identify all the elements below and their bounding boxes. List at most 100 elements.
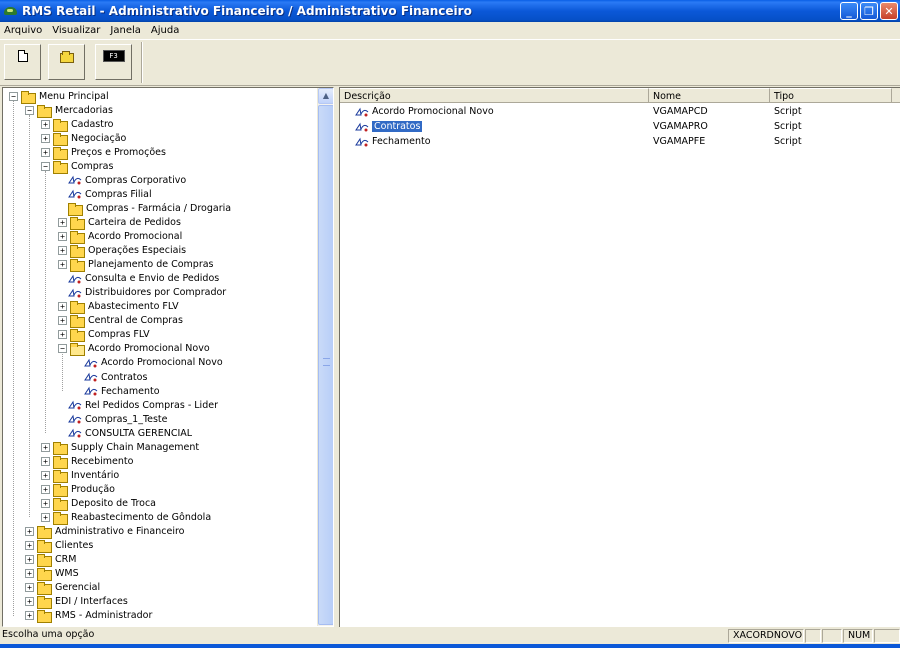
open-button[interactable] (48, 44, 85, 80)
expand-icon[interactable]: + (58, 330, 67, 340)
new-button[interactable] (4, 44, 41, 80)
expand-icon[interactable]: + (41, 133, 50, 143)
expand-icon[interactable]: + (25, 555, 34, 565)
tree-item[interactable]: Distribuidores por Comprador (68, 286, 226, 300)
expand-icon[interactable]: + (58, 246, 67, 256)
list-item[interactable]: Acordo Promocional Novo VGAMAPCD Script (340, 104, 900, 119)
menu-ajuda[interactable]: Ajuda (151, 25, 179, 36)
tree-item[interactable]: Contratos (84, 370, 147, 384)
tree-item[interactable]: CONSULTA GERENCIAL (68, 426, 192, 440)
expand-icon[interactable]: + (41, 513, 50, 522)
maximize-button[interactable]: ❐ (860, 2, 878, 20)
menu-tree-panel[interactable]: − Menu Principal − Mercadorias + Cadastro + Neg… (2, 87, 334, 627)
tree-item[interactable]: Compras_1_Teste (68, 412, 168, 426)
tree-item[interactable]: − Menu Principal (9, 89, 109, 104)
collapse-icon[interactable]: − (58, 344, 67, 354)
column-header-nome[interactable]: Nome (649, 88, 770, 103)
tree-item-label: Supply Chain Management (71, 441, 200, 453)
expand-icon[interactable]: + (58, 232, 67, 241)
tree-item[interactable]: + Compras FLV (58, 328, 150, 343)
item-list-panel[interactable]: Descrição Nome Tipo Acordo Promocional N… (339, 87, 900, 627)
tree-item[interactable]: + Deposito de Troca (41, 496, 156, 511)
expand-icon[interactable]: + (58, 260, 67, 270)
tree-item[interactable]: − Acordo Promocional Novo (58, 342, 210, 357)
script-icon (68, 413, 83, 425)
expand-icon[interactable]: + (58, 316, 67, 326)
scroll-thumb[interactable] (318, 105, 333, 625)
tree-item[interactable]: + Operações Especiais (58, 244, 186, 259)
collapse-icon[interactable]: − (41, 161, 50, 171)
toolbar-separator (141, 42, 143, 83)
tree-item[interactable]: + Preços e Promoções (41, 145, 166, 160)
expand-icon[interactable]: + (25, 597, 34, 607)
expand-icon[interactable]: + (25, 541, 34, 551)
expand-icon[interactable]: + (41, 498, 50, 508)
tree-item[interactable]: Compras Corporativo (68, 173, 186, 187)
f3-button[interactable]: F3 (95, 44, 132, 80)
tree-item[interactable]: + Planejamento de Compras (58, 258, 214, 273)
tree-item[interactable]: − Mercadorias (25, 103, 113, 118)
tree-item[interactable]: Consulta e Envio de Pedidos (68, 272, 219, 286)
tree-item[interactable]: + Abastecimento FLV (58, 300, 179, 315)
tree-item[interactable]: + Central de Compras (58, 314, 183, 329)
column-header-descricao[interactable]: Descrição (340, 88, 649, 103)
tree-item[interactable]: Rel Pedidos Compras - Lider (68, 398, 218, 412)
tree-item[interactable]: + Negociação (41, 131, 126, 146)
tree-item[interactable]: + Carteira de Pedidos (58, 215, 181, 230)
tree-item[interactable]: + CRM (25, 553, 76, 568)
folder-icon (37, 596, 52, 610)
folder-icon (70, 329, 85, 343)
menu-arquivo[interactable]: Arquivo (4, 25, 42, 36)
minimize-button[interactable]: _ (840, 2, 858, 20)
column-header-tipo[interactable]: Tipo (770, 88, 892, 103)
expand-icon[interactable]: + (25, 583, 34, 593)
tree-item[interactable]: + Cadastro (41, 117, 114, 132)
collapse-icon[interactable]: − (9, 91, 18, 101)
list-item[interactable]: Contratos VGAMAPRO Script (340, 119, 900, 134)
expand-icon[interactable]: + (58, 217, 67, 227)
tree-item[interactable]: + Inventário (41, 468, 119, 483)
expand-icon[interactable]: + (41, 119, 50, 129)
list-item[interactable]: Fechamento VGAMAPFE Script (340, 134, 900, 149)
tree-guide-line (29, 115, 30, 518)
tree-item[interactable]: + WMS (25, 567, 79, 582)
tree-item[interactable]: + Recebimento (41, 454, 133, 469)
menu-janela[interactable]: Janela (110, 25, 140, 36)
expand-icon[interactable]: + (41, 456, 50, 466)
tree-item[interactable]: + Reabastecimento de Gôndola (41, 511, 211, 525)
tree-item[interactable]: + Gerencial (25, 581, 101, 596)
title-bar[interactable]: RMS Retail - Administrativo Financeiro /… (0, 0, 900, 22)
tree-item[interactable]: + Acordo Promocional (58, 230, 182, 244)
tree-item[interactable]: Compras Filial (68, 187, 152, 201)
tree-vertical-scrollbar[interactable]: ▲ (317, 88, 333, 626)
expand-icon[interactable]: + (41, 484, 50, 494)
collapse-icon[interactable]: − (25, 105, 34, 115)
tree-item[interactable]: + Produção (41, 482, 115, 497)
tree-item[interactable]: + Clientes (25, 539, 93, 554)
script-icon (355, 136, 370, 148)
folder-icon (37, 104, 52, 118)
tree-item[interactable]: Acordo Promocional Novo (84, 356, 223, 370)
tree-item[interactable]: Fechamento (84, 384, 160, 398)
tree-item-label: Produção (71, 483, 115, 495)
tree-item[interactable]: − Compras (41, 159, 113, 174)
expand-icon[interactable]: + (25, 527, 34, 537)
expand-icon[interactable]: + (25, 611, 34, 621)
expand-icon[interactable]: + (41, 470, 50, 480)
expand-icon[interactable]: + (41, 442, 50, 452)
tree-item[interactable]: + Supply Chain Management (41, 440, 200, 455)
tree-item[interactable]: + Administrativo e Financeiro (25, 525, 185, 540)
tree-item[interactable]: Compras - Farmácia / Drogaria (68, 201, 231, 216)
script-icon (68, 399, 83, 411)
expand-icon[interactable]: + (41, 147, 50, 157)
expand-icon[interactable]: + (25, 569, 34, 579)
tree-item-label: Compras Filial (85, 188, 152, 200)
menu-visualizar[interactable]: Visualizar (52, 25, 100, 36)
scroll-up-button[interactable]: ▲ (318, 88, 333, 104)
tree-item[interactable]: + RMS - Administrador (25, 609, 152, 624)
status-pane-empty-3 (874, 629, 900, 643)
tree-item[interactable]: + EDI / Interfaces (25, 595, 128, 610)
close-button[interactable]: ✕ (880, 2, 898, 20)
tree-item-label: Gerencial (55, 582, 101, 594)
expand-icon[interactable]: + (58, 302, 67, 312)
